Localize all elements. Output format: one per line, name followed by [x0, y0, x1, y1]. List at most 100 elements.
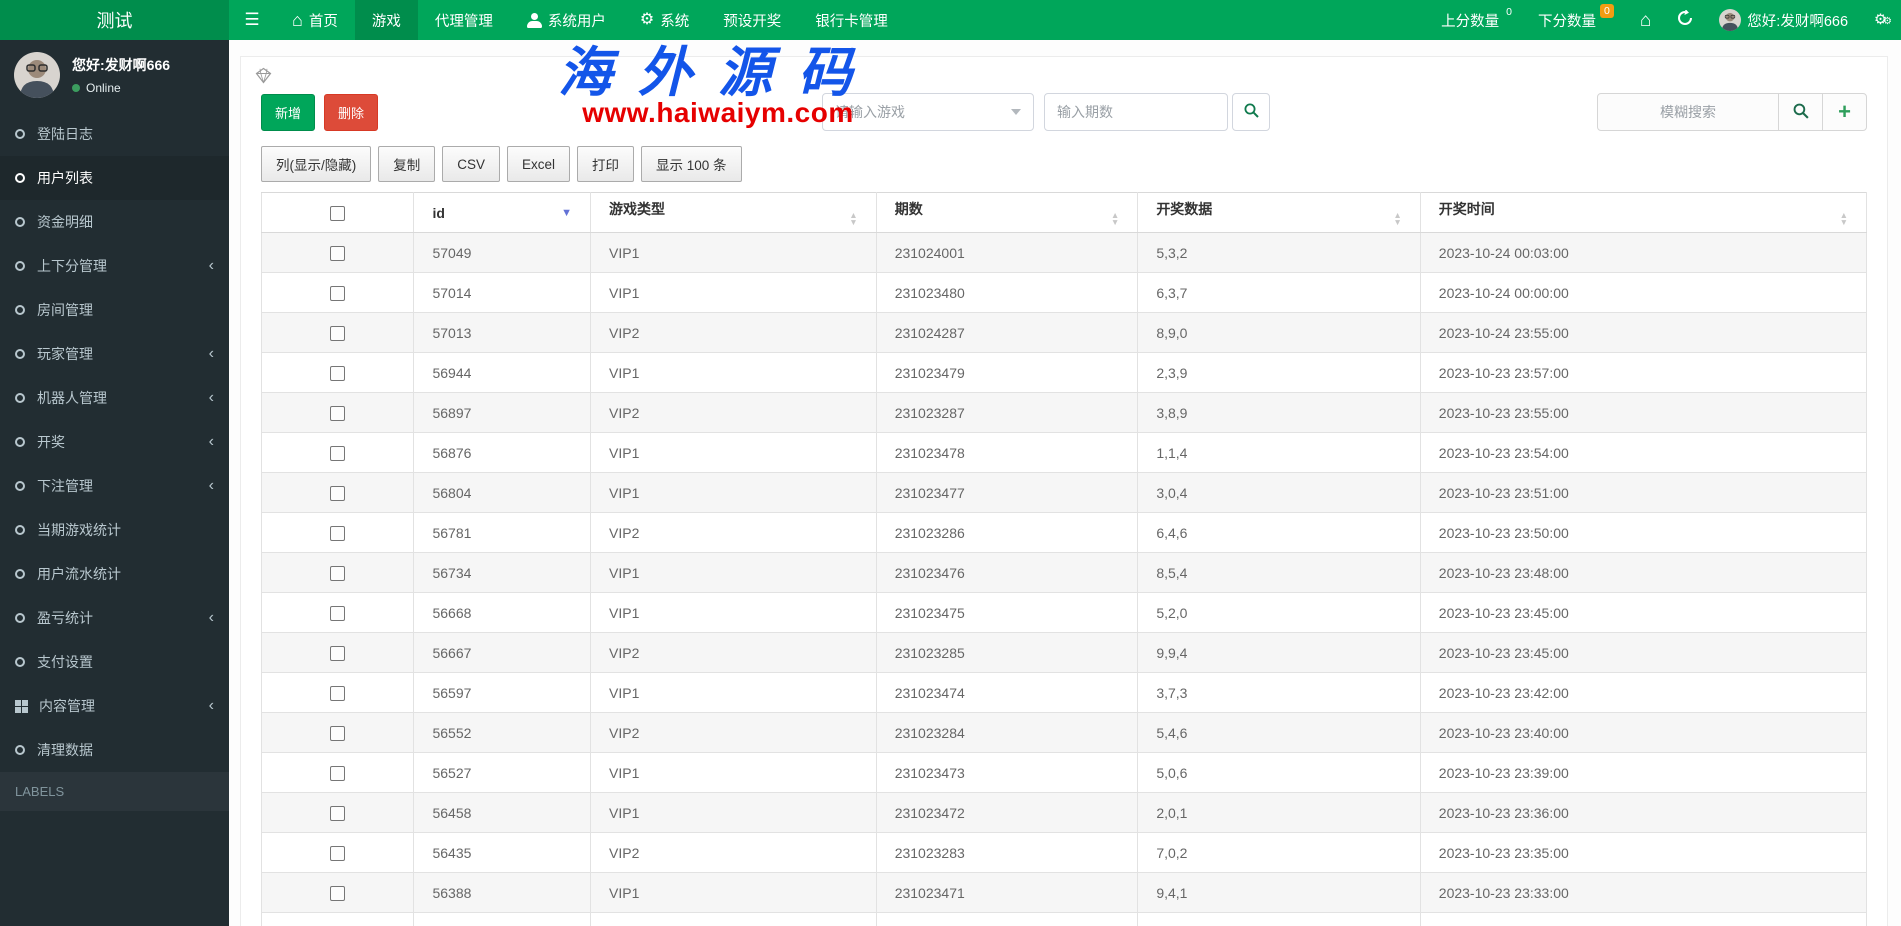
column-header-期数[interactable]: ▲ ▼ 期数 [875, 192, 1139, 233]
select-all-checkbox[interactable] [330, 205, 346, 221]
table-row: 56781 VIP2 231023286 6,4,6 2023-10-23 23:50:… [260, 512, 1868, 553]
row-checkbox[interactable] [330, 245, 346, 261]
nav-item-label: 系统用户 [547, 13, 606, 30]
cell-游戏类型: VIP1 [590, 232, 877, 273]
sidebar-item-label: 资金明细 [37, 214, 93, 230]
sidebar-item-9[interactable]: 下注管理 ‹ [0, 464, 229, 508]
column-header-id[interactable]: ▼ id [413, 192, 592, 233]
cell-期数: 231023471 [875, 872, 1139, 913]
sidebar-item-8[interactable]: 开奖 ‹ [0, 420, 229, 464]
refresh-button[interactable] [1664, 0, 1706, 40]
fuzzy-search-button[interactable] [1778, 94, 1822, 130]
home-icon: ⌂ [292, 10, 303, 30]
fuzzy-search-input[interactable] [1598, 94, 1778, 130]
cell-游戏类型: VIP1 [590, 472, 877, 513]
sidebar-item-15[interactable]: 清理数据 [0, 728, 229, 772]
row-checkbox[interactable] [330, 365, 346, 381]
table-row: 57049 VIP1 231024001 5,3,2 2023-10-24 00:03:… [260, 232, 1868, 273]
search-button[interactable] [1232, 93, 1271, 131]
sidebar-user-panel: 您好:发财啊666 Online [0, 40, 229, 112]
toolbar-button-1[interactable]: 列(显示/隐藏) [261, 146, 372, 182]
sidebar-item-1[interactable]: 登陆日志 [0, 112, 229, 156]
user-status[interactable]: Online [72, 81, 170, 95]
sidebar-item-label: 用户列表 [37, 170, 93, 186]
sidebar-item-7[interactable]: 机器人管理 ‹ [0, 376, 229, 420]
toolbar-button-2[interactable]: 复制 [378, 146, 436, 182]
app-logo[interactable]: 测试 [0, 0, 229, 40]
navbar-right: 上分数量 0 下分数量 0 ⌂ 您好:发财啊666 ⚙⚙ [1428, 0, 1901, 40]
row-checkbox[interactable] [330, 645, 346, 661]
nav-item-4[interactable]: 系统用户 [510, 0, 623, 40]
sidebar-item-3[interactable]: 资金明细 [0, 200, 229, 244]
row-checkbox[interactable] [330, 565, 346, 581]
toolbar-button-6[interactable]: 显示 100 条 [641, 146, 742, 182]
nav-item-7[interactable]: 银行卡管理 [798, 0, 905, 40]
select-all-cell [260, 192, 415, 233]
row-checkbox[interactable] [330, 325, 346, 341]
sort-icon: ▲ ▼ [849, 209, 858, 227]
column-header-开奖数据[interactable]: ▲ ▼ 开奖数据 [1137, 192, 1421, 233]
up-score-link[interactable]: 上分数量 0 [1428, 0, 1525, 40]
nav-item-3[interactable]: 代理管理 [418, 0, 510, 40]
sidebar-item-4[interactable]: 上下分管理 ‹ [0, 244, 229, 288]
column-header-游戏类型[interactable]: ▲ ▼ 游戏类型 [590, 192, 877, 233]
table-row: 56318VIP12310234701,2,62023-10-23 23:30:… [260, 912, 1868, 926]
cell-开奖数据: 6,3,7 [1137, 272, 1421, 313]
search-icon [1792, 102, 1810, 123]
row-checkbox[interactable] [330, 525, 346, 541]
sidebar-item-14[interactable]: 内容管理 ‹ [0, 684, 229, 728]
nav-item-2[interactable]: 游戏 [354, 0, 418, 40]
issue-input[interactable] [1044, 93, 1229, 131]
toolbar-button-5[interactable]: 打印 [577, 146, 635, 182]
row-checkbox[interactable] [330, 405, 346, 421]
cell-开奖时间: 2023-10-23 23:57:00 [1419, 352, 1868, 393]
row-checkbox[interactable] [330, 885, 346, 901]
sidebar: 您好:发财啊666 Online 登陆日志用户列表资金明细上下分管理 ‹ 房间管理玩… [0, 40, 229, 926]
row-select-cell [260, 872, 415, 913]
nav-item-1[interactable]: ⌂ 首页 [275, 0, 355, 40]
cell-期数: 231023470 [875, 912, 1139, 926]
circle-icon [15, 481, 25, 491]
sidebar-item-6[interactable]: 玩家管理 ‹ [0, 332, 229, 376]
chevron-left-icon: ‹ [208, 697, 214, 714]
delete-button[interactable]: 删除 [324, 93, 379, 131]
toolbar-button-4[interactable]: Excel [507, 146, 571, 182]
sidebar-item-5[interactable]: 房间管理 [0, 288, 229, 332]
user-account-menu[interactable]: 您好:发财啊666 [1706, 0, 1861, 40]
cell-游戏类型: VIP1 [590, 792, 877, 833]
home-shortcut-button[interactable]: ⌂ [1627, 0, 1664, 40]
row-checkbox[interactable] [330, 485, 346, 501]
nav-item-5[interactable]: ⚙ 系统 [623, 0, 706, 40]
row-checkbox[interactable] [330, 685, 346, 701]
row-checkbox[interactable] [330, 445, 346, 461]
row-checkbox[interactable] [330, 725, 346, 741]
row-checkbox[interactable] [330, 845, 346, 861]
settings-button[interactable]: ⚙⚙ [1861, 0, 1901, 40]
add-search-condition-button[interactable]: + [1822, 94, 1866, 130]
sidebar-item-12[interactable]: 盈亏统计 ‹ [0, 596, 229, 640]
cell-游戏类型: VIP2 [590, 832, 877, 873]
row-checkbox[interactable] [330, 285, 346, 301]
circle-icon [15, 305, 25, 315]
add-button[interactable]: 新增 [261, 93, 316, 131]
navbar: ☰ ⌂ 首页 游戏 代理管理 系统用户 ⚙ 系统 预设开奖 银行卡管理 上分数量 0 下分数量 0 … [229, 0, 1901, 40]
up-score-label: 上分数量 [1441, 13, 1500, 30]
nav-item-6[interactable]: 预设开奖 [706, 0, 798, 40]
sidebar-item-2[interactable]: 用户列表 [0, 156, 229, 200]
sidebar-item-11[interactable]: 用户流水统计 [0, 552, 229, 596]
game-select[interactable]: 请输入游戏 [822, 93, 1035, 131]
chevron-left-icon: ‹ [208, 345, 214, 362]
row-checkbox[interactable] [330, 765, 346, 781]
row-checkbox[interactable] [330, 805, 346, 821]
column-header-开奖时间[interactable]: ▲ ▼ 开奖时间 [1419, 192, 1868, 233]
sidebar-item-13[interactable]: 支付设置 [0, 640, 229, 684]
sidebar-item-label: 用户流水统计 [37, 566, 121, 582]
sidebar-item-10[interactable]: 当期游戏统计 [0, 508, 229, 552]
down-score-link[interactable]: 下分数量 0 [1525, 0, 1627, 40]
cell-期数: 231023479 [875, 352, 1139, 393]
toolbar-button-3[interactable]: CSV [442, 146, 501, 182]
sidebar-toggle-icon[interactable]: ☰ [229, 0, 275, 40]
cell-开奖时间: 2023-10-23 23:55:00 [1419, 392, 1868, 433]
cell-id: 56318 [413, 912, 592, 926]
row-checkbox[interactable] [330, 605, 346, 621]
